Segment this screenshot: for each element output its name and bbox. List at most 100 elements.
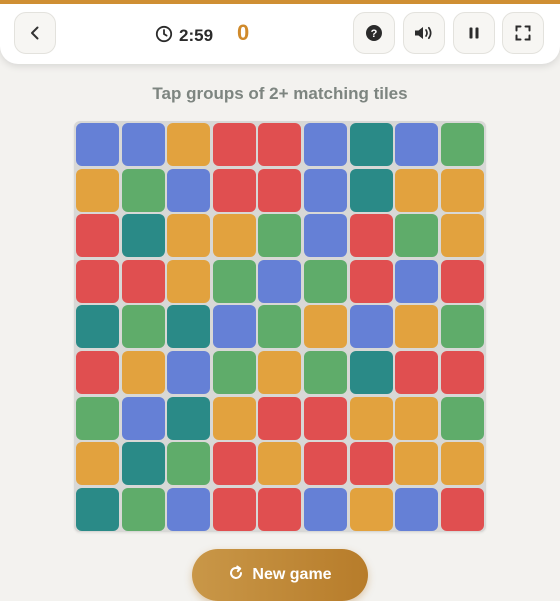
tile[interactable] (395, 123, 439, 166)
tile[interactable] (76, 168, 119, 212)
tile[interactable] (121, 214, 165, 258)
chevron-left-icon (27, 25, 43, 41)
tile[interactable] (121, 396, 165, 440)
tile[interactable] (395, 487, 439, 531)
tile[interactable] (121, 259, 165, 303)
pause-button[interactable] (453, 12, 495, 54)
tile[interactable] (304, 123, 347, 166)
tile[interactable] (440, 305, 484, 349)
tile[interactable] (76, 259, 119, 303)
tile[interactable] (349, 168, 393, 212)
tile[interactable] (212, 442, 256, 486)
back-button[interactable] (14, 12, 56, 54)
fullscreen-button[interactable] (502, 12, 544, 54)
tile[interactable] (258, 214, 302, 258)
tile[interactable] (258, 396, 302, 440)
tile[interactable] (76, 123, 119, 166)
help-button[interactable]: ? (353, 12, 395, 54)
tile[interactable] (76, 487, 119, 531)
tile[interactable] (349, 305, 393, 349)
tile[interactable] (349, 259, 393, 303)
tile[interactable] (304, 259, 347, 303)
tile[interactable] (395, 305, 439, 349)
tile[interactable] (349, 123, 393, 166)
tile[interactable] (167, 305, 211, 349)
tile[interactable] (76, 442, 119, 486)
tile[interactable] (258, 487, 302, 531)
tile[interactable] (167, 168, 211, 212)
tile[interactable] (304, 487, 347, 531)
fullscreen-icon (515, 25, 531, 41)
tile[interactable] (212, 259, 256, 303)
tile[interactable] (349, 396, 393, 440)
clock-icon (155, 25, 173, 48)
tile[interactable] (440, 396, 484, 440)
tile[interactable] (349, 442, 393, 486)
tile[interactable] (167, 123, 211, 166)
tile[interactable] (76, 305, 119, 349)
tile[interactable] (121, 123, 165, 166)
tile[interactable] (304, 305, 347, 349)
top-bar: 2:59 0 ? (0, 0, 560, 64)
tile[interactable] (121, 351, 165, 394)
tile[interactable] (304, 168, 347, 212)
tile[interactable] (212, 487, 256, 531)
tile[interactable] (395, 168, 439, 212)
tile[interactable] (212, 168, 256, 212)
tile[interactable] (440, 214, 484, 258)
tile[interactable] (212, 396, 256, 440)
tile[interactable] (121, 168, 165, 212)
pause-icon (467, 26, 481, 40)
tile[interactable] (349, 214, 393, 258)
game-board (74, 121, 486, 532)
tile[interactable] (440, 351, 484, 394)
sound-button[interactable] (403, 12, 445, 54)
tile[interactable] (167, 487, 211, 531)
tile[interactable] (258, 168, 302, 212)
question-icon: ? (365, 24, 383, 42)
tile[interactable] (258, 123, 302, 166)
tile[interactable] (349, 351, 393, 394)
tile[interactable] (121, 305, 165, 349)
tile[interactable] (76, 214, 119, 258)
tile[interactable] (258, 351, 302, 394)
tile[interactable] (167, 214, 211, 258)
tile[interactable] (395, 259, 439, 303)
tile[interactable] (440, 442, 484, 486)
tile[interactable] (440, 259, 484, 303)
tile[interactable] (76, 396, 119, 440)
timer-value: 2:59 (179, 26, 214, 45)
tile[interactable] (395, 351, 439, 394)
tile[interactable] (304, 396, 347, 440)
instructions-text: Tap groups of 2+ matching tiles (152, 84, 408, 103)
new-game-button[interactable]: New game (192, 549, 368, 601)
tile[interactable] (304, 442, 347, 486)
tile[interactable] (440, 168, 484, 212)
tile[interactable] (395, 442, 439, 486)
tile[interactable] (167, 442, 211, 486)
tile[interactable] (167, 351, 211, 394)
tile[interactable] (304, 214, 347, 258)
tile[interactable] (395, 214, 439, 258)
tile[interactable] (76, 351, 119, 394)
tile[interactable] (121, 442, 165, 486)
score-value: 0 (237, 20, 250, 45)
tile[interactable] (304, 351, 347, 394)
tile[interactable] (212, 214, 256, 258)
tile[interactable] (258, 442, 302, 486)
tile[interactable] (167, 396, 211, 440)
tile[interactable] (349, 487, 393, 531)
new-game-label: New game (252, 566, 332, 583)
speaker-icon (413, 24, 435, 42)
tile[interactable] (212, 305, 256, 349)
tile[interactable] (440, 123, 484, 166)
tile[interactable] (440, 487, 484, 531)
svg-text:?: ? (371, 28, 378, 40)
tile[interactable] (121, 487, 165, 531)
tile[interactable] (258, 259, 302, 303)
tile[interactable] (258, 305, 302, 349)
tile[interactable] (212, 351, 256, 394)
tile[interactable] (167, 259, 211, 303)
tile[interactable] (395, 396, 439, 440)
tile[interactable] (212, 123, 256, 166)
